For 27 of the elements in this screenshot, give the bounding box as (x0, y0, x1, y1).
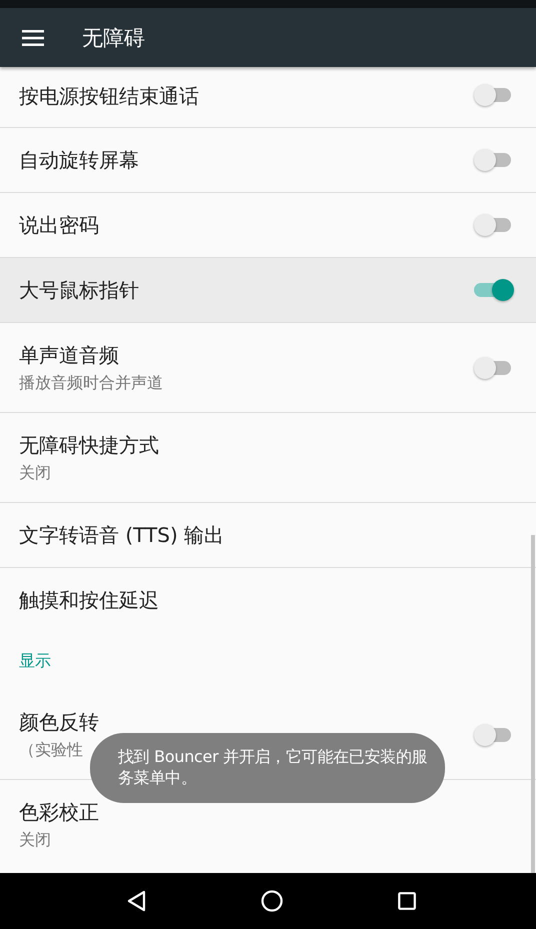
item-title: 文字转语音 (TTS) 输出 (19, 522, 224, 548)
item-title: 大号鼠标指针 (19, 276, 139, 304)
item-subtitle: （实验性 (19, 740, 84, 760)
item-title: 触摸和按住延迟 (19, 587, 159, 614)
item-title: 按电源按钮结束通话 (19, 83, 199, 110)
home-icon[interactable] (260, 890, 283, 912)
toggle-switch[interactable] (474, 278, 514, 302)
back-icon[interactable] (126, 890, 146, 912)
menu-icon[interactable] (22, 30, 44, 46)
recents-icon[interactable] (398, 892, 416, 910)
item-title: 自动旋转屏幕 (19, 146, 139, 174)
item-subtitle: 播放音频时合并声道 (19, 372, 163, 394)
item-title: 单声道音频 (19, 342, 120, 368)
item-subtitle: 关闭 (19, 830, 52, 851)
settings-item[interactable]: 无障碍快捷方式 关闭 (0, 413, 536, 503)
item-title: 说出密码 (19, 212, 99, 238)
settings-item[interactable]: 自动旋转屏幕 (0, 128, 536, 193)
settings-item[interactable]: 大号鼠标指针 (0, 258, 536, 323)
settings-item[interactable]: 触摸和按住延迟 (0, 568, 536, 633)
section-header: 显示 (19, 651, 51, 672)
settings-item[interactable]: 按电源按钮结束通话 (0, 67, 536, 128)
item-title: 无障碍快捷方式 (19, 432, 159, 458)
settings-item[interactable]: 单声道音频 播放音频时合并声道 (0, 323, 536, 413)
app-bar-title: 无障碍 (82, 24, 145, 52)
item-title: 颜色反转 (19, 708, 99, 736)
item-subtitle: 关闭 (19, 462, 52, 484)
message-toast: 找到 Bouncer 并开启，它可能在已安装的服务菜单中。 (90, 733, 445, 803)
